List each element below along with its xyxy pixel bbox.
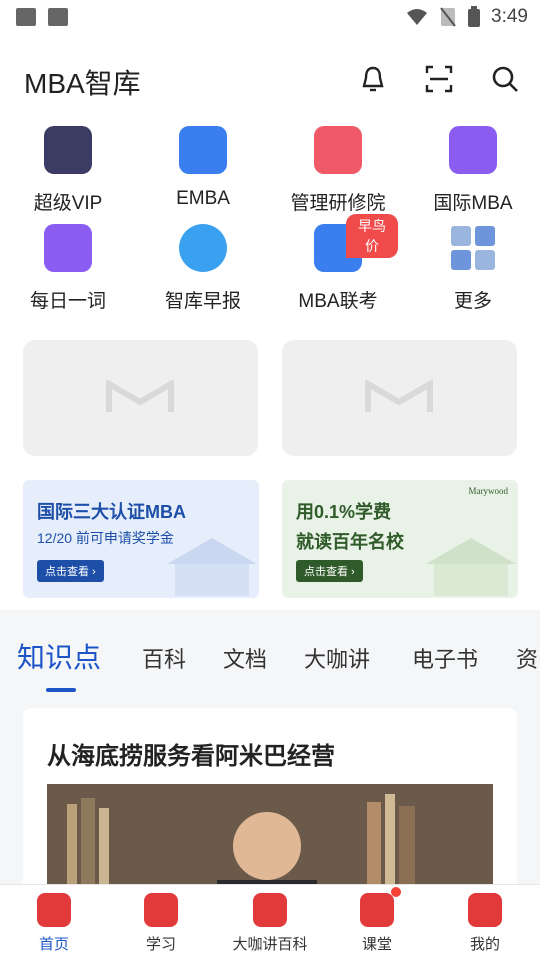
nav-home[interactable]: 首页: [4, 893, 104, 954]
banner-subtitle: 12/20 前可申请奖学金: [37, 530, 174, 546]
banner-row: 国际三大认证MBA 12/20 前可申请奖学金 点击查看 › 用0.1%学费 就…: [0, 470, 540, 610]
marywood-logo: Marywood: [468, 486, 509, 496]
play-icon: [360, 893, 394, 927]
building-illustration-icon: [167, 538, 257, 596]
quick-item-emba[interactable]: EMBA: [143, 126, 263, 210]
tab-resources[interactable]: 资: [516, 642, 538, 674]
quick-item-label: 超级VIP: [33, 193, 103, 214]
notification-bell-icon[interactable]: [358, 64, 388, 94]
early-bird-badge: 早鸟价: [346, 214, 398, 258]
app-title: MBA智库: [24, 68, 141, 99]
status-bar: 3:49: [0, 0, 540, 36]
banner-subtitle: 就读百年名校: [296, 532, 404, 552]
article-title: 从海底捞服务看阿米巴经营: [47, 743, 335, 770]
banner-title: 国际三大认证MBA: [37, 502, 186, 522]
content-tabs: 知识点 百科 文档 大咖讲 电子书 资: [0, 630, 540, 694]
no-sim-icon: [440, 7, 456, 27]
document-icon: [179, 126, 227, 174]
magnifier-book-icon: [253, 893, 287, 927]
nav-study[interactable]: 学习: [111, 893, 211, 954]
banner-international-mba[interactable]: 国际三大认证MBA 12/20 前可申请奖学金 点击查看 ›: [23, 480, 259, 598]
status-right: 3:49: [405, 6, 528, 28]
quick-item-label: EMBA: [176, 188, 230, 209]
shield-icon: [449, 126, 497, 174]
book-icon: [144, 893, 178, 927]
clock-icon: [179, 224, 227, 272]
quick-item-mba-exam[interactable]: 早鸟价 MBA联考: [278, 214, 398, 313]
status-time: 3:49: [491, 6, 528, 27]
nav-classroom[interactable]: 课堂: [327, 887, 427, 954]
quick-item-management-institute[interactable]: 管理研修院: [278, 126, 398, 215]
promo-placeholders: [0, 330, 540, 470]
quick-entry-grid: 超级VIP EMBA 管理研修院 国际MBA 每日一词 智库早报 早鸟价 MBA…: [0, 120, 540, 330]
calendar-icon: [44, 224, 92, 272]
tab-expert-talks[interactable]: 大咖讲: [304, 642, 370, 674]
banner-century-school[interactable]: 用0.1%学费 就读百年名校 点击查看 › Marywood: [282, 480, 518, 598]
quick-item-label: 智库早报: [164, 291, 241, 312]
banner-cta-button[interactable]: 点击查看 ›: [37, 560, 104, 582]
nav-label: 学习: [145, 936, 176, 953]
quick-item-international-mba[interactable]: 国际MBA: [413, 126, 533, 215]
battery-icon: [468, 6, 481, 27]
quick-item-daily-word[interactable]: 每日一词: [8, 224, 128, 313]
quick-item-label: MBA联考: [298, 291, 378, 312]
status-left-icons: [16, 8, 68, 26]
tab-ebooks[interactable]: 电子书: [412, 642, 478, 674]
font-notification-icon: [48, 8, 68, 26]
quick-item-label: 更多: [453, 291, 492, 312]
scan-icon[interactable]: [424, 64, 454, 94]
classroom-notification-dot: [391, 887, 401, 897]
nav-label: 我的: [469, 936, 500, 953]
search-icon[interactable]: [490, 64, 520, 94]
quick-item-super-vip[interactable]: 超级VIP: [8, 126, 128, 215]
tab-documents[interactable]: 文档: [223, 642, 267, 674]
promo-placeholder-right[interactable]: [282, 340, 517, 456]
mba-logo-icon: [106, 380, 174, 412]
tab-knowledge[interactable]: 知识点: [17, 636, 101, 676]
top-actions: [358, 64, 520, 94]
article-card[interactable]: 从海底捞服务看阿米巴经营: [23, 708, 517, 908]
nav-label: 大咖讲百科: [232, 936, 308, 953]
nav-expert-encyclopedia[interactable]: 大咖讲百科: [220, 893, 320, 954]
banner-title: 用0.1%学费: [296, 502, 392, 522]
top-app-bar: MBA智库: [0, 36, 540, 120]
image-notification-icon: [16, 8, 36, 26]
vip-icon: [44, 126, 92, 174]
promo-placeholder-left[interactable]: [23, 340, 258, 456]
mba-logo-icon: [365, 380, 433, 412]
banner-cta-button[interactable]: 点击查看 ›: [296, 560, 363, 582]
building-icon: [314, 126, 362, 174]
profile-icon: [468, 893, 502, 927]
quick-item-label: 每日一词: [29, 291, 106, 312]
quick-item-label: 国际MBA: [433, 193, 513, 214]
quick-item-more[interactable]: 更多: [413, 224, 533, 313]
active-tab-indicator: [46, 688, 76, 692]
quick-item-label: 管理研修院: [290, 193, 386, 214]
tab-encyclopedia[interactable]: 百科: [142, 642, 186, 674]
bottom-navigation: 首页 学习 大咖讲百科 课堂 我的: [0, 884, 540, 961]
home-icon: [37, 893, 71, 927]
quick-item-morning-report[interactable]: 智库早报: [143, 224, 263, 313]
nav-label: 首页: [38, 936, 69, 953]
nav-label: 课堂: [361, 936, 392, 953]
grid-icon: [449, 224, 497, 272]
wifi-icon: [407, 9, 428, 25]
nav-mine[interactable]: 我的: [435, 893, 535, 954]
building-illustration-icon: [426, 538, 516, 596]
